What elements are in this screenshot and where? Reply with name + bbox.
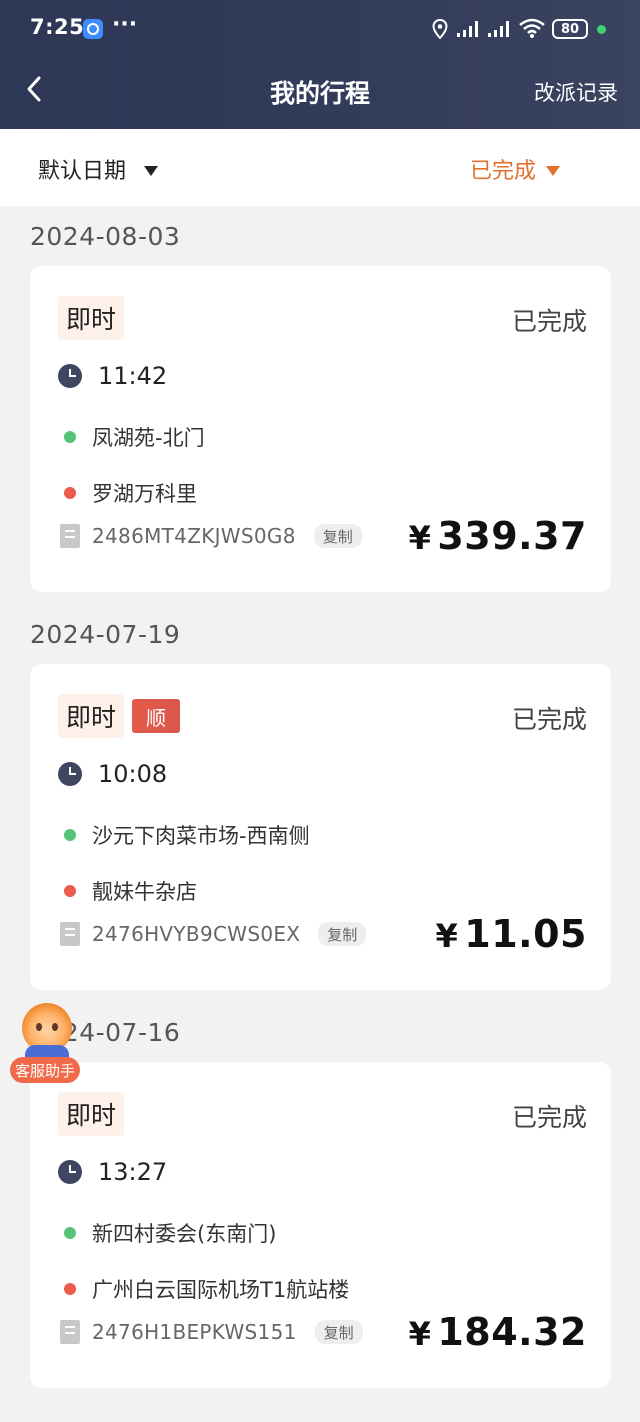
tag-row: 即时 bbox=[58, 1092, 125, 1136]
end-point-dot-icon bbox=[64, 885, 76, 897]
start-address: 沙元下肉菜市场-西南侧 bbox=[92, 824, 310, 848]
trip-time: 13:27 bbox=[98, 1158, 168, 1186]
price-value: 11.05 bbox=[464, 912, 587, 956]
trip-card[interactable]: 即时 顺 已完成 10:08 沙元下肉菜市场-西南侧 靓妹牛杂店 2476HVY… bbox=[30, 664, 611, 990]
trip-time: 11:42 bbox=[98, 362, 168, 390]
start-address: 凤湖苑-北门 bbox=[92, 426, 205, 450]
end-point-dot-icon bbox=[64, 487, 76, 499]
status-time: 7:25 bbox=[30, 15, 85, 39]
start-point-dot-icon bbox=[64, 829, 76, 841]
currency-symbol: ¥ bbox=[408, 519, 432, 557]
order-number: 2476H1BEPKWS151 bbox=[92, 1320, 297, 1344]
order-doc-icon bbox=[60, 922, 80, 946]
app-header: 7:25 ··· 80 我的行程 改派记录 bbox=[0, 0, 640, 129]
end-address: 广州白云国际机场T1航站楼 bbox=[92, 1278, 350, 1302]
filter-bar: 默认日期 已完成 bbox=[0, 129, 640, 206]
privacy-indicator-dot bbox=[597, 25, 606, 34]
order-doc-icon bbox=[60, 1320, 80, 1344]
more-notifications-icon: ··· bbox=[112, 12, 138, 37]
trip-type-tag: 即时 bbox=[58, 296, 125, 340]
currency-symbol: ¥ bbox=[435, 917, 459, 955]
status-filter-dropdown[interactable]: 已完成 bbox=[470, 153, 560, 185]
end-point-dot-icon bbox=[64, 1283, 76, 1295]
trip-price: ¥339.37 bbox=[409, 514, 587, 558]
trip-time: 10:08 bbox=[98, 760, 168, 788]
customer-service-assistant-button[interactable]: 客服助手 bbox=[10, 1003, 80, 1085]
tag-row: 即时 顺 bbox=[58, 694, 181, 738]
end-address: 靓妹牛杂店 bbox=[92, 880, 197, 904]
trip-type-tag: 即时 bbox=[58, 1092, 125, 1136]
end-address-row: 广州白云国际机场T1航站楼 bbox=[64, 1274, 349, 1304]
shun-tag: 顺 bbox=[132, 699, 181, 733]
signal-icon-2 bbox=[488, 21, 509, 37]
price-value: 184.32 bbox=[437, 1310, 587, 1354]
trip-status: 已完成 bbox=[511, 307, 587, 336]
copy-order-button[interactable]: 复制 bbox=[313, 524, 362, 548]
signal-icon bbox=[457, 21, 478, 37]
trip-price: ¥184.32 bbox=[409, 1310, 587, 1354]
trip-status: 已完成 bbox=[511, 1103, 587, 1132]
battery-icon: 80 bbox=[552, 19, 588, 39]
reassign-records-link[interactable]: 改派记录 bbox=[534, 77, 618, 107]
start-address: 新四村委会(东南门) bbox=[92, 1222, 277, 1246]
wifi-icon bbox=[519, 18, 545, 38]
start-point-dot-icon bbox=[64, 431, 76, 443]
clock-icon bbox=[58, 364, 82, 388]
trip-status: 已完成 bbox=[511, 705, 587, 734]
trip-time-row: 10:08 bbox=[58, 760, 167, 788]
tag-row: 即时 bbox=[58, 296, 125, 340]
start-point-dot-icon bbox=[64, 1227, 76, 1239]
date-filter-dropdown[interactable]: 默认日期 bbox=[38, 153, 159, 185]
caret-down-icon bbox=[546, 165, 560, 176]
trip-time-row: 13:27 bbox=[58, 1158, 167, 1186]
trip-type-tag: 即时 bbox=[58, 694, 125, 738]
caret-down-icon bbox=[144, 165, 159, 176]
date-filter-label: 默认日期 bbox=[38, 159, 127, 184]
order-doc-icon bbox=[60, 524, 80, 548]
order-row: 2476HVYB9CWS0EX 复制 bbox=[60, 922, 367, 946]
trip-card[interactable]: 即时 已完成 13:27 新四村委会(东南门) 广州白云国际机场T1航站楼 24… bbox=[30, 1062, 611, 1388]
trip-time-row: 11:42 bbox=[58, 362, 167, 390]
status-bar: 7:25 ··· 80 bbox=[0, 0, 640, 60]
start-address-row: 新四村委会(东南门) bbox=[64, 1218, 276, 1248]
copy-order-button[interactable]: 复制 bbox=[314, 1320, 363, 1344]
order-row: 2476H1BEPKWS151 复制 bbox=[60, 1320, 363, 1344]
order-row: 2486MT4ZKJWS0G8 复制 bbox=[60, 524, 362, 548]
status-filter-label: 已完成 bbox=[469, 159, 536, 184]
order-number: 2476HVYB9CWS0EX bbox=[92, 922, 301, 946]
start-address-row: 凤湖苑-北门 bbox=[64, 422, 205, 452]
copy-order-button[interactable]: 复制 bbox=[318, 922, 367, 946]
end-address-row: 罗湖万科里 bbox=[64, 478, 197, 508]
currency-symbol: ¥ bbox=[408, 1315, 432, 1353]
clock-icon bbox=[58, 762, 82, 786]
location-pin-icon bbox=[432, 19, 448, 39]
clock-icon bbox=[58, 1160, 82, 1184]
trip-date: 2024-08-03 bbox=[30, 222, 181, 251]
end-address: 罗湖万科里 bbox=[92, 482, 197, 506]
price-value: 339.37 bbox=[437, 514, 587, 558]
trip-card[interactable]: 即时 已完成 11:42 凤湖苑-北门 罗湖万科里 2486MT4ZKJWS0G… bbox=[30, 266, 611, 592]
trip-date: 2024-07-19 bbox=[30, 620, 181, 649]
trip-price: ¥11.05 bbox=[436, 912, 587, 956]
end-address-row: 靓妹牛杂店 bbox=[64, 876, 197, 906]
start-address-row: 沙元下肉菜市场-西南侧 bbox=[64, 820, 310, 850]
app-notification-icon bbox=[83, 19, 103, 39]
order-number: 2486MT4ZKJWS0G8 bbox=[92, 524, 296, 548]
assistant-label: 客服助手 bbox=[10, 1057, 80, 1083]
